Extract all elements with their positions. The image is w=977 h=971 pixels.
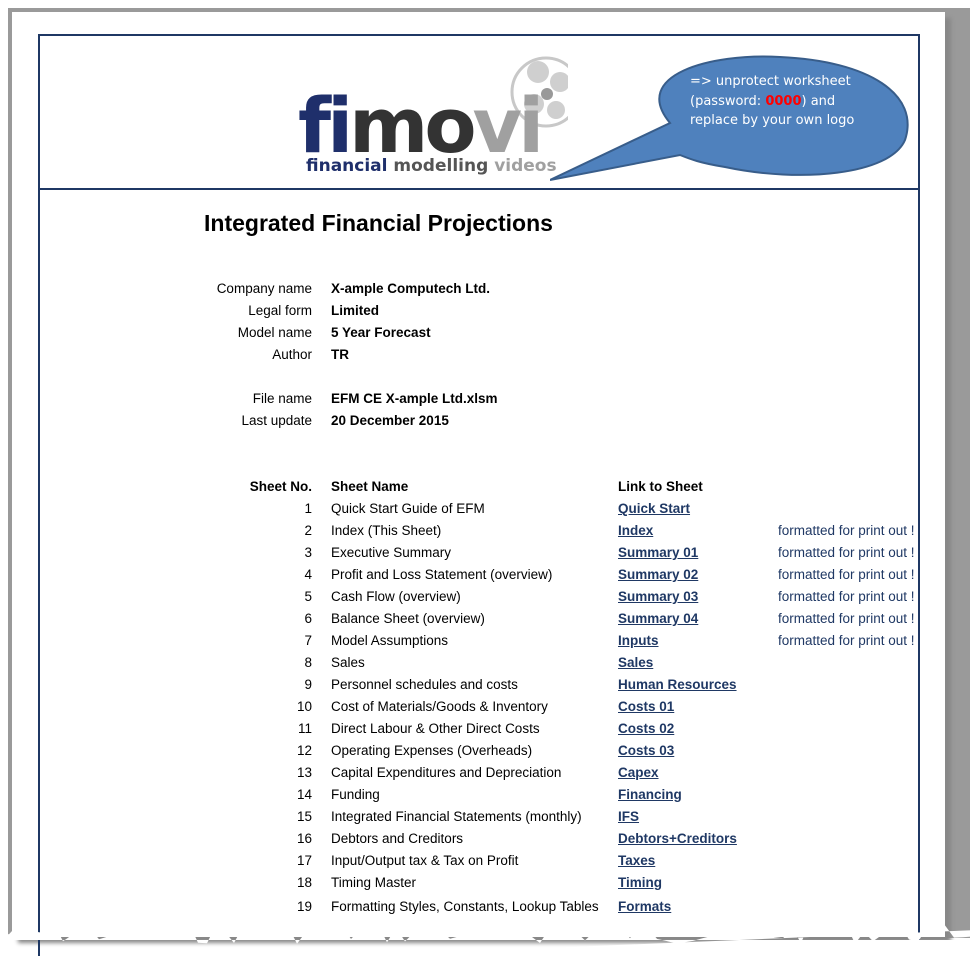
sheet-number: 16	[296, 831, 312, 846]
sheet-number: 4	[304, 567, 312, 582]
sheet-link[interactable]: Human Resources	[618, 677, 737, 693]
sheet-number: 1	[304, 501, 312, 516]
print-note: formatted for print out !	[778, 611, 915, 626]
sheet-link[interactable]: Summary 02	[618, 567, 698, 583]
info-value: TR	[331, 347, 349, 362]
sheet-number: 9	[304, 677, 312, 692]
sheet-name: Balance Sheet (overview)	[331, 611, 485, 626]
sheet-number: 11	[297, 721, 312, 736]
header-sheet-no: Sheet No.	[249, 479, 312, 494]
sheet-name: Capital Expenditures and Depreciation	[331, 765, 562, 780]
sheet-link[interactable]: Formats	[618, 899, 671, 915]
sheet-number: 17	[296, 853, 312, 868]
sheet-name: Quick Start Guide of EFM	[331, 501, 485, 516]
sheet-link[interactable]: Costs 01	[618, 699, 674, 715]
info-label: File name	[252, 391, 312, 406]
sheet-name: Sales	[331, 655, 365, 670]
info-label: Last update	[241, 413, 312, 428]
sheet-link[interactable]: Index	[618, 523, 653, 539]
sheet-name: Cost of Materials/Goods & Inventory	[331, 699, 548, 714]
sheet-name: Personnel schedules and costs	[331, 677, 518, 692]
sheet-number: 8	[304, 655, 312, 670]
sheet-link[interactable]: Summary 03	[618, 589, 698, 605]
info-label: Company name	[216, 281, 312, 296]
page-title: Integrated Financial Projections	[204, 210, 553, 236]
sheet-number: 15	[296, 809, 312, 824]
info-label: Model name	[237, 325, 312, 340]
sheet-name: Direct Labour & Other Direct Costs	[331, 721, 540, 736]
sheet-number: 5	[304, 589, 312, 604]
print-note: formatted for print out !	[778, 589, 915, 604]
sheet-name: Formatting Styles, Constants, Lookup Tab…	[331, 899, 599, 914]
info-value: 20 December 2015	[331, 413, 449, 428]
print-note: formatted for print out !	[778, 567, 915, 582]
sheet-name: Funding	[331, 787, 380, 802]
sheet-number: 2	[304, 523, 312, 538]
sheet-link[interactable]: Summary 04	[618, 611, 698, 627]
sheet-number: 13	[296, 765, 312, 780]
header-divider	[38, 188, 918, 190]
sheet-link[interactable]: IFS	[618, 809, 639, 825]
sheet-number: 18	[296, 875, 312, 890]
sheet-name: Operating Expenses (Overheads)	[331, 743, 533, 758]
sheet-link[interactable]: Capex	[618, 765, 659, 781]
header-sheet-name: Sheet Name	[331, 479, 409, 494]
sheet-link[interactable]: Financing	[618, 787, 682, 803]
sheet-link[interactable]: Costs 02	[618, 721, 674, 737]
sheet-link[interactable]: Taxes	[618, 853, 655, 869]
sheet-link[interactable]: Timing	[618, 875, 662, 891]
sheet-link[interactable]: Sales	[618, 655, 653, 671]
sheet-number: 14	[296, 787, 312, 802]
sheet-link[interactable]: Inputs	[618, 633, 659, 649]
print-note: formatted for print out !	[778, 523, 915, 538]
info-value: 5 Year Forecast	[331, 325, 431, 340]
fimovi-logo: fimovi financial modelling videos	[298, 56, 568, 176]
sheet-name: Input/Output tax & Tax on Profit	[331, 853, 519, 868]
sheet-number: 3	[304, 545, 312, 560]
sheet-name: Executive Summary	[331, 545, 452, 560]
sheet-name: Timing Master	[331, 875, 417, 890]
sheet-link[interactable]: Summary 01	[618, 545, 698, 561]
sheet-name: Profit and Loss Statement (overview)	[331, 567, 553, 582]
sheet-link[interactable]: Quick Start	[618, 501, 690, 517]
header-link: Link to Sheet	[618, 479, 703, 494]
info-label: Author	[272, 347, 312, 362]
sheet-name: Integrated Financial Statements (monthly…	[331, 809, 582, 824]
sheet-number: 7	[304, 633, 312, 648]
password: 0000	[765, 93, 802, 109]
sheet-name: Cash Flow (overview)	[331, 589, 461, 604]
callout-text: => unprotect worksheet (password: 0000) …	[690, 74, 855, 128]
sheet-link[interactable]: Costs 03	[618, 743, 674, 759]
sheet-number: 6	[304, 611, 312, 626]
info-value: Limited	[331, 303, 380, 318]
print-note: formatted for print out !	[778, 633, 915, 648]
print-note: formatted for print out !	[778, 545, 915, 560]
svg-text:financial modelling videos: financial modelling videos	[306, 156, 557, 176]
sheet-number: 10	[296, 699, 312, 714]
info-value: EFM CE X-ample Ltd.xlsm	[331, 391, 498, 406]
sheet-number: 12	[296, 743, 312, 758]
sheet-name: Debtors and Creditors	[331, 831, 464, 846]
sheet-link[interactable]: Debtors+Creditors	[618, 831, 737, 847]
sheet-number: 19	[296, 899, 312, 914]
sheet-name: Model Assumptions	[331, 633, 449, 648]
sheet-name: Index (This Sheet)	[331, 523, 442, 538]
info-label: Legal form	[248, 303, 312, 318]
info-value: X-ample Computech Ltd.	[331, 281, 491, 296]
